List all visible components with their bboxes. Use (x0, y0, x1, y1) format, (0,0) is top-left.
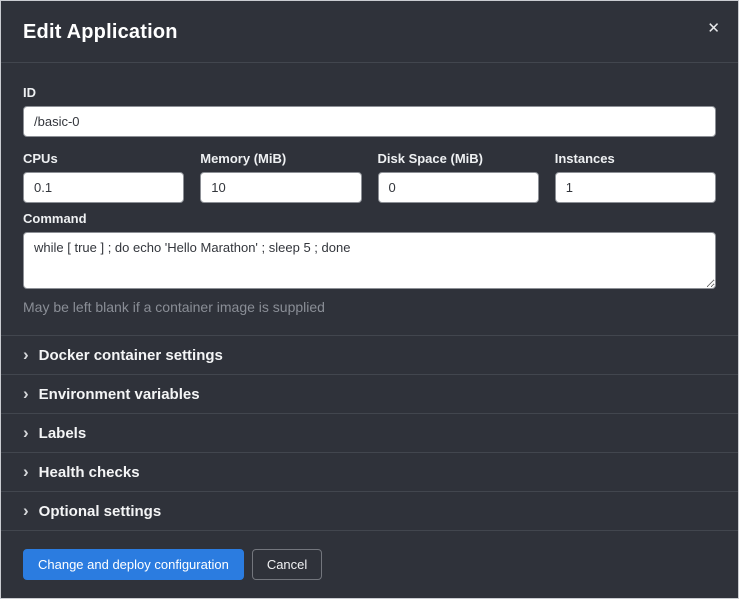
chevron-right-icon: › (23, 346, 29, 363)
section-optional-settings[interactable]: › Optional settings (1, 491, 738, 530)
cpus-label: CPUs (23, 151, 184, 166)
chevron-right-icon: › (23, 502, 29, 519)
section-docker-container-settings[interactable]: › Docker container settings (1, 335, 738, 374)
section-label: Health checks (39, 464, 140, 481)
section-health-checks[interactable]: › Health checks (1, 452, 738, 491)
id-input[interactable] (23, 106, 716, 137)
modal-title: Edit Application (23, 21, 716, 44)
disk-label: Disk Space (MiB) (378, 151, 539, 166)
change-and-deploy-button[interactable]: Change and deploy configuration (23, 549, 244, 580)
section-labels[interactable]: › Labels (1, 413, 738, 452)
section-environment-variables[interactable]: › Environment variables (1, 374, 738, 413)
command-textarea[interactable]: while [ true ] ; do echo 'Hello Marathon… (23, 232, 716, 289)
section-label: Optional settings (39, 503, 162, 520)
id-label: ID (23, 85, 716, 100)
modal-body: ID CPUs Memory (MiB) Disk Space (MiB) In… (1, 63, 738, 335)
cpus-field: CPUs (23, 143, 184, 203)
modal-header: Edit Application ✕ (1, 1, 738, 63)
chevron-right-icon: › (23, 385, 29, 402)
section-label: Environment variables (39, 386, 200, 403)
chevron-right-icon: › (23, 463, 29, 480)
close-icon: ✕ (707, 20, 720, 37)
memory-label: Memory (MiB) (200, 151, 361, 166)
instances-field: Instances (555, 143, 716, 203)
command-help-text: May be left blank if a container image i… (23, 299, 716, 315)
cpus-input[interactable] (23, 172, 184, 203)
memory-input[interactable] (200, 172, 361, 203)
chevron-right-icon: › (23, 424, 29, 441)
instances-label: Instances (555, 151, 716, 166)
section-label: Labels (39, 425, 87, 442)
instances-input[interactable] (555, 172, 716, 203)
close-button[interactable]: ✕ (701, 15, 726, 42)
section-label: Docker container settings (39, 347, 223, 364)
disk-field: Disk Space (MiB) (378, 143, 539, 203)
memory-field: Memory (MiB) (200, 143, 361, 203)
resources-row: CPUs Memory (MiB) Disk Space (MiB) Insta… (23, 143, 716, 203)
collapsible-sections: › Docker container settings › Environmen… (1, 335, 738, 530)
cancel-button[interactable]: Cancel (252, 549, 322, 580)
command-label: Command (23, 211, 716, 226)
disk-input[interactable] (378, 172, 539, 203)
modal-footer: Change and deploy configuration Cancel (1, 530, 738, 598)
edit-application-modal: Edit Application ✕ ID CPUs Memory (MiB) … (0, 0, 739, 599)
